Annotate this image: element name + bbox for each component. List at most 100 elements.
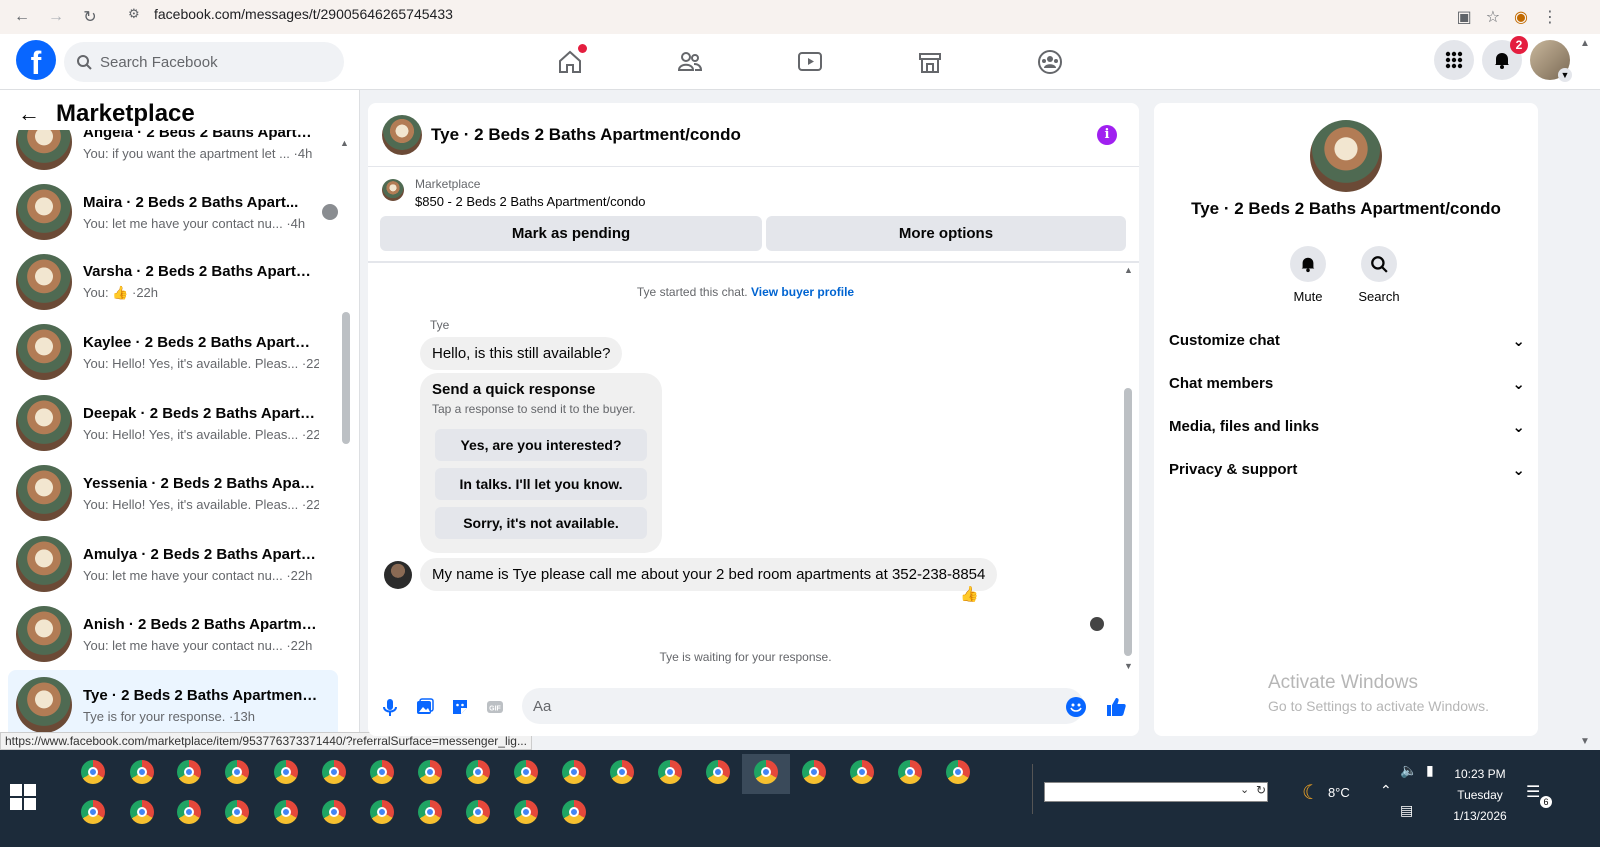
quick-response-button[interactable]: Sorry, it's not available. (435, 507, 647, 539)
taskbar-address-field[interactable] (1044, 782, 1268, 802)
taskbar-chrome-icon[interactable] (418, 800, 442, 824)
taskbar-chrome-icon[interactable] (225, 800, 249, 824)
taskbar-chrome-icon[interactable] (322, 760, 346, 784)
menu-grid-button[interactable] (1434, 40, 1474, 80)
speaker-icon[interactable]: 🔈 (1400, 762, 1417, 779)
listing-thumbnail[interactable] (382, 179, 404, 201)
search-box[interactable] (64, 42, 344, 82)
install-app-icon[interactable]: ▣ (1457, 7, 1472, 27)
account-avatar[interactable]: ▼ (1530, 40, 1572, 82)
taskbar-gmail-chrome-icon[interactable] (225, 760, 249, 784)
scroll-down-arrow-icon[interactable]: ▼ (1124, 661, 1133, 671)
taskbar-chrome-icon[interactable] (898, 760, 922, 784)
conversation-item[interactable]: Varsha · 2 Beds 2 Baths Apartme... You: … (8, 247, 338, 317)
nav-groups[interactable] (990, 34, 1110, 90)
taskbar-chrome-icon[interactable] (706, 760, 730, 784)
search-in-chat-button[interactable]: Search (1349, 246, 1409, 304)
privacy-support-section[interactable]: Privacy & support ⌄ (1169, 448, 1525, 491)
nav-marketplace[interactable] (870, 34, 990, 90)
site-info-icon[interactable]: ⚙ (128, 6, 140, 22)
quick-response-button[interactable]: In talks. I'll let you know. (435, 468, 647, 500)
taskbar-chrome-icon[interactable] (177, 800, 201, 824)
network-icon[interactable]: ▤ (1400, 802, 1413, 819)
sidebar-scrollbar[interactable] (342, 312, 350, 444)
like-button-icon[interactable] (1104, 695, 1128, 724)
scroll-up-arrow-icon[interactable]: ▲ (1124, 265, 1133, 275)
chat-title[interactable]: Tye · 2 Beds 2 Baths Apartment/condo (431, 125, 741, 145)
taskbar-chrome-icon[interactable] (514, 800, 538, 824)
scroll-up-arrow-icon[interactable]: ▲ (340, 138, 349, 148)
chat-members-section[interactable]: Chat members ⌄ (1169, 362, 1525, 405)
weather-widget[interactable]: ☾ 8°C (1302, 780, 1350, 805)
taskbar-chrome-icon[interactable] (130, 800, 154, 824)
profile-icon[interactable]: ◉ (1514, 7, 1528, 27)
taskbar-app-icon[interactable] (274, 760, 298, 784)
reload-icon[interactable]: ↻ (78, 5, 102, 29)
taskbar-chrome-icon[interactable] (418, 760, 442, 784)
conversation-item[interactable]: Angela · 2 Beds 2 Baths Apartm... You: i… (8, 130, 338, 177)
nav-home[interactable] (510, 34, 630, 90)
taskbar-chrome-icon[interactable] (850, 760, 874, 784)
url-text[interactable]: facebook.com/messages/t/2900564626574543… (154, 6, 453, 22)
taskbar-chrome-icon[interactable] (274, 800, 298, 824)
page-scroll-down-arrow-icon[interactable]: ▼ (1580, 736, 1590, 747)
refresh-icon[interactable]: ↻ (1256, 783, 1266, 797)
windows-start-icon[interactable] (10, 784, 36, 810)
chat-details-avatar[interactable] (1310, 120, 1382, 192)
taskbar-chrome-icon[interactable] (130, 760, 154, 784)
thumbs-up-reaction-icon[interactable]: 👍 (960, 585, 979, 603)
taskbar-chrome-icon[interactable] (81, 760, 105, 784)
view-buyer-profile-link[interactable]: View buyer profile (751, 285, 854, 299)
page-scroll-up-arrow-icon[interactable]: ▲ (1580, 38, 1590, 49)
address-bar[interactable]: ⚙ facebook.com/messages/t/29005646265745… (118, 2, 1548, 26)
forward-arrow-icon[interactable]: → (44, 5, 68, 29)
chat-avatar[interactable] (382, 114, 422, 155)
photo-icon[interactable] (407, 690, 442, 725)
emoji-icon[interactable] (1066, 697, 1086, 717)
taskbar-chrome-icon[interactable] (562, 800, 586, 824)
taskbar-chrome-icon[interactable] (370, 800, 394, 824)
customize-chat-section[interactable]: Customize chat ⌄ (1169, 319, 1525, 362)
browser-menu-icon[interactable]: ⋮ (1542, 7, 1558, 27)
taskbar-chrome-icon[interactable] (802, 760, 826, 784)
chat-scrollbar[interactable] (1124, 388, 1132, 656)
conversation-item[interactable]: Anish · 2 Beds 2 Baths Apartme... You: l… (8, 599, 338, 669)
conversation-item[interactable]: Maira · 2 Beds 2 Baths Apart... You: let… (8, 177, 338, 247)
notifications-button[interactable]: 2 (1482, 36, 1528, 80)
taskbar-file-explorer-icon[interactable] (177, 760, 201, 784)
conversation-item-active[interactable]: Tye · 2 Beds 2 Baths Apartment/... Tye i… (8, 670, 338, 738)
bookmark-star-icon[interactable]: ☆ (1486, 7, 1500, 27)
quick-response-button[interactable]: Yes, are you interested? (435, 429, 647, 461)
gif-icon[interactable]: GIF (477, 690, 512, 725)
facebook-logo[interactable]: f (16, 40, 56, 80)
conversation-item[interactable]: Kaylee · 2 Beds 2 Baths Apartme... You: … (8, 317, 338, 387)
microphone-icon[interactable] (372, 690, 407, 725)
taskbar-chrome-icon[interactable] (514, 760, 538, 784)
taskbar-chrome-icon[interactable] (562, 760, 586, 784)
taskbar-chrome-icon[interactable] (370, 760, 394, 784)
search-input[interactable] (100, 53, 320, 71)
message-bubble[interactable]: Hello, is this still available? (420, 337, 623, 370)
clock[interactable]: 10:23 PM Tuesday 1/13/2026 (1432, 764, 1528, 827)
back-arrow-icon[interactable]: ← (10, 5, 34, 29)
show-hidden-icons-icon[interactable]: ⌃ (1380, 782, 1392, 799)
dropdown-chevron-icon[interactable]: ⌄ (1240, 783, 1249, 796)
sticker-icon[interactable] (442, 690, 477, 725)
conversation-item[interactable]: Amulya · 2 Beds 2 Baths Apartm... You: l… (8, 529, 338, 599)
taskbar-chrome-icon[interactable] (81, 800, 105, 824)
more-options-button[interactable]: More options (766, 216, 1126, 251)
message-bubble[interactable]: My name is Tye please call me about your… (420, 558, 998, 591)
taskbar-chrome-icon[interactable] (754, 760, 778, 784)
media-files-links-section[interactable]: Media, files and links ⌄ (1169, 405, 1525, 448)
sender-avatar[interactable] (384, 561, 412, 589)
info-icon[interactable]: i (1097, 125, 1117, 145)
taskbar-chrome-icon[interactable] (322, 800, 346, 824)
mute-button[interactable]: Mute (1278, 246, 1338, 304)
taskbar-chrome-icon[interactable] (946, 760, 970, 784)
conversation-item[interactable]: Yessenia · 2 Beds 2 Baths Apart... You: … (8, 458, 338, 528)
listing-price[interactable]: $850 - 2 Beds 2 Baths Apartment/condo (415, 194, 646, 209)
nav-friends[interactable] (630, 34, 750, 90)
mark-as-pending-button[interactable]: Mark as pending (380, 216, 762, 251)
back-arrow-icon[interactable]: ← (18, 101, 40, 127)
taskbar-chrome-icon[interactable] (466, 760, 490, 784)
